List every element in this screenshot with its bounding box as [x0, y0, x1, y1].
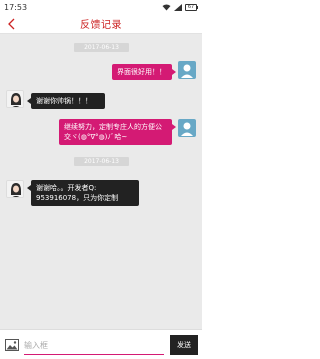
timestamp-badge: 2017-06-13 [74, 43, 129, 52]
message-input[interactable] [24, 336, 164, 354]
message-bubble-user: 界面很好用！！ [112, 64, 176, 80]
user-silhouette-icon [181, 122, 193, 136]
message-bubble-admin: 谢谢你帅锅！！！ [27, 93, 105, 109]
message-bubble-user: 继续努力，定制专庄人的方便公交ヾ(◍°∇°◍)ﾉﾞ哈~ [59, 119, 176, 145]
admin-avatar [6, 180, 24, 198]
user-silhouette-icon [181, 64, 193, 78]
header: 反馈记录 [0, 14, 202, 34]
composer-bar: 发送 [0, 329, 202, 359]
status-bar: 17:53 67 [0, 0, 202, 14]
user-avatar [178, 119, 196, 137]
signal-icon [174, 3, 182, 11]
send-button[interactable]: 发送 [170, 335, 198, 355]
battery-level: 67 [185, 3, 197, 11]
page-title: 反馈记录 [80, 20, 122, 31]
user-avatar [178, 61, 196, 79]
image-icon[interactable] [4, 337, 20, 353]
admin-avatar [6, 90, 24, 108]
woman-portrait-icon [7, 181, 23, 197]
chevron-left-icon[interactable] [5, 17, 19, 31]
status-time: 17:53 [4, 2, 28, 12]
woman-portrait-icon [7, 91, 23, 107]
timestamp-badge: 2017-06-13 [74, 157, 129, 166]
status-icons: 67 [162, 3, 198, 11]
chat-list[interactable]: 2017-06-13 界面很好用！！ 谢谢你帅锅！！！ 继续努力，定制专庄人的方… [0, 34, 202, 329]
input-underline [24, 354, 164, 355]
message-bubble-admin: 谢谢哈。。开发者Q: 953916078，只为你定制 [27, 180, 139, 206]
wifi-icon [162, 4, 171, 10]
battery-icon: 67 [185, 3, 198, 11]
